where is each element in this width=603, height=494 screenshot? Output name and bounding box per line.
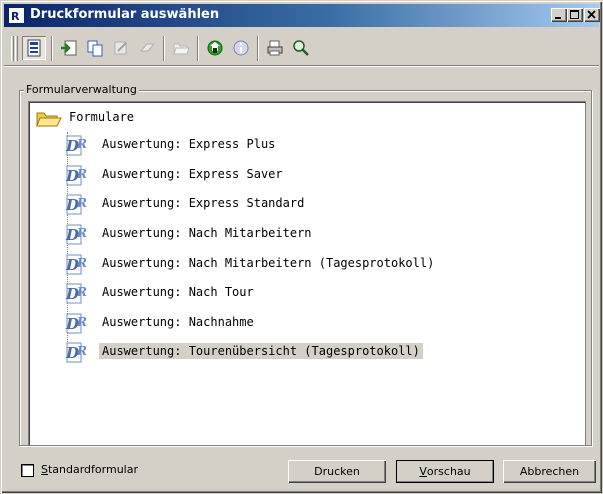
dr-report-icon: D R: [65, 165, 87, 186]
svg-text:R: R: [76, 256, 87, 270]
list-icon: [27, 39, 41, 57]
group-label: Formularverwaltung: [24, 83, 139, 96]
green-arrow-icon: [207, 40, 223, 56]
preview-button[interactable]: Vorschau: [396, 460, 494, 483]
folder-open-icon: [173, 43, 190, 55]
eraser-icon: [139, 43, 156, 52]
tree-item-label: Auswertung: Nach Mitarbeitern: [102, 226, 312, 240]
dr-report-icon: D R: [65, 135, 87, 156]
dr-report-icon: D R: [65, 254, 87, 275]
minimize-button[interactable]: [551, 8, 567, 22]
search-button[interactable]: [289, 36, 313, 60]
toolbar-separator: [51, 36, 53, 61]
import-button[interactable]: [57, 36, 81, 60]
close-button[interactable]: [584, 8, 600, 22]
copy-button[interactable]: [83, 36, 107, 60]
toolbar-separator: [257, 36, 259, 61]
tree-item-label: Auswertung: Nachnahme: [102, 315, 254, 329]
dr-report-icon: D R: [65, 342, 87, 363]
magnifier-icon: [293, 40, 309, 56]
delete-button[interactable]: [135, 36, 159, 60]
tree-item[interactable]: D R Auswertung: Nach Mitarbeitern: [65, 223, 545, 247]
tree-item-label: Auswertung: Express Plus: [102, 137, 276, 151]
open-folder-button[interactable]: [169, 36, 193, 60]
tree-item-label: Auswertung: Express Saver: [102, 167, 283, 181]
toolbar: [4, 31, 599, 66]
import-icon: [61, 40, 77, 56]
svg-text:R: R: [11, 10, 20, 23]
tree-item[interactable]: D R Auswertung: Nachnahme: [65, 312, 545, 336]
window-title: Druckformular auswählen: [30, 7, 220, 22]
info-icon: [233, 40, 249, 56]
svg-text:R: R: [76, 226, 87, 240]
maximize-icon: [570, 10, 579, 19]
title-bar[interactable]: R Druckformular auswählen: [4, 4, 600, 27]
svg-text:R: R: [76, 285, 87, 299]
info-button[interactable]: [229, 36, 253, 60]
dr-report-icon: D R: [65, 313, 87, 334]
tree-item-selected[interactable]: D R Auswertung: Tourenübersicht (Tagespr…: [65, 341, 545, 365]
button-label: Drucken: [314, 465, 360, 478]
update-button[interactable]: [203, 36, 227, 60]
edit-icon: [114, 41, 127, 55]
printer-icon: [267, 40, 283, 56]
tree-item-label: Auswertung: Express Standard: [102, 196, 305, 210]
copy-icon: [87, 40, 103, 57]
cancel-button[interactable]: Abbrechen: [503, 460, 596, 483]
dr-report-icon: D R: [65, 224, 87, 245]
mnemonic-letter: V: [419, 465, 427, 478]
print-setup-button[interactable]: [263, 36, 287, 60]
tree-item[interactable]: D R Auswertung: Nach Tour: [65, 282, 545, 306]
button-label: Abbrechen: [519, 465, 580, 478]
mnemonic-letter: S: [41, 463, 48, 476]
svg-text:R: R: [76, 344, 87, 358]
toolbar-separator: [163, 36, 165, 61]
svg-text:R: R: [76, 167, 87, 181]
list-view-button[interactable]: [22, 36, 46, 60]
tree-item[interactable]: D R Auswertung: Express Standard: [65, 193, 545, 217]
minimize-icon: [555, 17, 561, 19]
standard-form-checkbox[interactable]: [21, 464, 34, 477]
print-button[interactable]: Drucken: [288, 460, 386, 483]
tree-item-label: Auswertung: Tourenübersicht (Tagesprotok…: [99, 343, 423, 359]
label-text: tandardformular: [47, 463, 138, 476]
edit-button[interactable]: [109, 36, 133, 60]
tree-item[interactable]: D R Auswertung: Express Saver: [65, 164, 545, 188]
standard-form-label[interactable]: Standardformular: [41, 463, 138, 476]
tree-item[interactable]: D R Auswertung: Express Plus: [65, 134, 545, 158]
toolbar-grip[interactable]: [11, 36, 14, 61]
dialog-window: R Druckformular auswählen Formularverwal…: [0, 0, 603, 494]
root-label: Formulare: [69, 110, 135, 124]
form-tree[interactable]: Formulare D R Auswertung: Express Plus D…: [28, 101, 586, 446]
svg-text:R: R: [76, 196, 87, 210]
svg-text:R: R: [76, 137, 87, 151]
toolbar-grip[interactable]: [15, 36, 18, 61]
close-icon: [587, 10, 596, 19]
tree-item[interactable]: D R Auswertung: Nach Mitarbeitern (Tages…: [65, 253, 545, 277]
toolbar-separator: [197, 36, 199, 61]
dr-report-icon: D R: [65, 283, 87, 304]
folder-open-icon: [36, 112, 62, 127]
tree-item-label: Auswertung: Nach Tour: [102, 285, 254, 299]
dr-report-icon: D R: [65, 194, 87, 215]
report-designer-icon: R: [8, 7, 25, 24]
maximize-button[interactable]: [567, 8, 583, 22]
button-label: orschau: [426, 465, 471, 478]
svg-text:R: R: [76, 315, 87, 329]
tree-item-label: Auswertung: Nach Mitarbeitern (Tagesprot…: [102, 256, 435, 270]
